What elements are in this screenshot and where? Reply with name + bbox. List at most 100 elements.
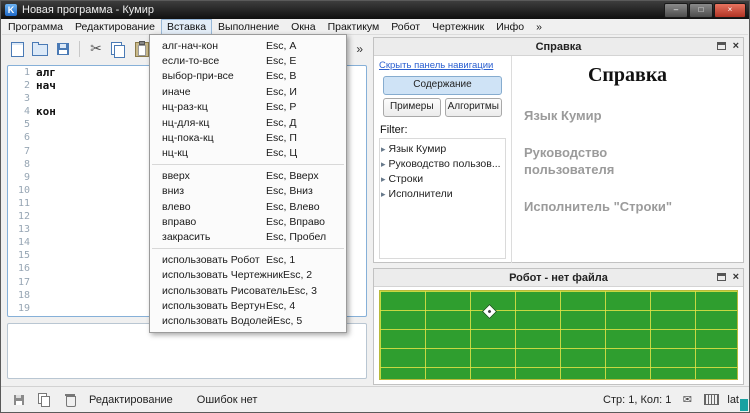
help-button-row: Примеры Алгоритмы: [383, 98, 502, 117]
mail-icon: [683, 394, 692, 406]
line-number: 19: [8, 302, 36, 315]
line-number: 1: [8, 66, 36, 79]
help-tree-item[interactable]: Руководство пользов...: [381, 156, 504, 171]
menubar-item[interactable]: Чертежник: [426, 19, 490, 35]
copy-button[interactable]: [109, 39, 129, 59]
line-number: 3: [8, 92, 36, 105]
tree-item-label: Строки: [389, 173, 424, 185]
menu-item[interactable]: нц-раз-кц Esc, Р: [150, 100, 346, 115]
robot-icon: [482, 304, 498, 320]
menu-item[interactable]: вправо Esc, Вправо: [150, 214, 346, 229]
menu-item[interactable]: использовать Водолей Esc, 5: [150, 314, 346, 329]
menu-item-shortcut: Esc, Вверх: [266, 170, 338, 182]
algorithms-button[interactable]: Алгоритмы: [445, 98, 503, 117]
menu-item-shortcut: Esc, 3: [288, 285, 360, 297]
menu-item[interactable]: использовать Вертун Esc, 4: [150, 298, 346, 313]
help-tree-item[interactable]: Исполнители: [381, 186, 504, 201]
menu-item[interactable]: вниз Esc, Вниз: [150, 184, 346, 199]
keyboard-icon: [704, 394, 719, 405]
menu-item[interactable]: использовать Чертежник Esc, 2: [150, 267, 346, 282]
status-errors: Ошибок нет: [197, 394, 258, 406]
help-body: Скрыть панель навигации Содержание Приме…: [374, 56, 743, 263]
line-number: 15: [8, 249, 36, 262]
menubar-item[interactable]: Вставка: [161, 19, 212, 35]
menubar-item[interactable]: Программа: [2, 19, 69, 35]
menu-item[interactable]: иначе Esc, И: [150, 84, 346, 99]
menubar-item[interactable]: Окна: [285, 19, 321, 35]
close-button[interactable]: ×: [714, 3, 746, 18]
menu-item-shortcut: Esc, И: [266, 86, 338, 98]
minimize-button[interactable]: –: [664, 3, 688, 18]
menu-item-shortcut: Esc, Вправо: [266, 216, 338, 228]
help-nav: Скрыть панель навигации Содержание Приме…: [374, 56, 512, 263]
maximize-button[interactable]: □: [689, 3, 713, 18]
scissors-icon: [90, 40, 102, 58]
keyboard-indicator[interactable]: [703, 392, 719, 408]
menubar-item[interactable]: Редактирование: [69, 19, 161, 35]
new-file-button[interactable]: [7, 39, 27, 59]
corner-grip: [740, 399, 748, 411]
robot-panel-titlebar[interactable]: Робот - нет файла ×: [374, 269, 743, 287]
menu-item-shortcut: Esc, Д: [266, 117, 338, 129]
titlebar[interactable]: K Новая программа - Кумир – □ ×: [1, 1, 749, 19]
contents-button[interactable]: Содержание: [383, 76, 502, 95]
menu-item[interactable]: нц-кц Esc, Ц: [150, 146, 346, 161]
menu-item-label: алг-нач-кон: [162, 40, 266, 52]
window-controls: – □ ×: [664, 3, 746, 18]
toolbar-overflow-button[interactable]: »: [352, 42, 367, 56]
cut-button[interactable]: [86, 39, 106, 59]
help-section-heading: Исполнитель "Строки": [524, 199, 689, 215]
statusbar-copy-button[interactable]: [37, 392, 53, 408]
menubar-item[interactable]: Практикум: [322, 19, 386, 35]
tree-expand-icon[interactable]: [381, 188, 386, 200]
help-panel-titlebar[interactable]: Справка ×: [374, 38, 743, 56]
open-file-button[interactable]: [30, 39, 50, 59]
help-tree-item[interactable]: Язык Кумир: [381, 141, 504, 156]
menu-item-label: вверх: [162, 170, 266, 182]
menu-item[interactable]: закрасить Esc, Пробел: [150, 230, 346, 245]
menu-item[interactable]: [152, 248, 344, 249]
menu-item-shortcut: Esc, Пробел: [266, 231, 338, 243]
menu-item[interactable]: влево Esc, Влево: [150, 199, 346, 214]
statusbar-save-button[interactable]: [11, 392, 27, 408]
line-number: 12: [8, 210, 36, 223]
menu-item[interactable]: нц-пока-кц Esc, П: [150, 130, 346, 145]
keyboard-layout-indicator[interactable]: lat: [727, 394, 739, 406]
menu-item[interactable]: нц-для-кц Esc, Д: [150, 115, 346, 130]
line-number: 10: [8, 184, 36, 197]
help-tree-item[interactable]: Строки: [381, 171, 504, 186]
close-panel-icon[interactable]: ×: [733, 272, 739, 282]
menubar-item[interactable]: Робот: [385, 19, 426, 35]
menu-item-shortcut: Esc, Влево: [266, 201, 338, 213]
message-indicator[interactable]: [679, 392, 695, 408]
menubar-item[interactable]: Выполнение: [212, 19, 285, 35]
menu-item-label: нц-пока-кц: [162, 132, 266, 144]
tree-expand-icon[interactable]: [381, 173, 386, 185]
menu-item[interactable]: [152, 164, 344, 165]
menu-item-shortcut: Esc, Вниз: [266, 185, 338, 197]
menu-item[interactable]: если-то-все Esc, Е: [150, 53, 346, 68]
menu-item[interactable]: использовать Рисователь Esc, 3: [150, 283, 346, 298]
statusbar: Редактирование Ошибок нет Стр: 1, Кол: 1…: [1, 386, 749, 412]
menubar-item[interactable]: Инфо: [490, 19, 530, 35]
close-panel-icon[interactable]: ×: [733, 41, 739, 51]
examples-button[interactable]: Примеры: [383, 98, 441, 117]
statusbar-delete-button[interactable]: [63, 392, 79, 408]
menubar-item[interactable]: »: [530, 19, 548, 35]
robot-panel-title: Робот - нет файла: [509, 272, 608, 284]
menu-item[interactable]: алг-нач-кон Esc, А: [150, 38, 346, 53]
line-number: 11: [8, 197, 36, 210]
menu-item[interactable]: выбор-при-все Esc, В: [150, 69, 346, 84]
tree-item-label: Язык Кумир: [389, 143, 447, 155]
menu-item[interactable]: вверх Esc, Вверх: [150, 168, 346, 183]
hide-nav-link[interactable]: Скрыть панель навигации: [379, 60, 506, 71]
save-file-button[interactable]: [53, 39, 73, 59]
open-folder-icon: [32, 44, 48, 56]
float-panel-icon[interactable]: [717, 42, 726, 50]
tree-expand-icon[interactable]: [381, 158, 386, 170]
menu-item-label: использовать Робот: [162, 254, 266, 266]
menu-item-label: использовать Рисователь: [162, 285, 288, 297]
float-panel-icon[interactable]: [717, 273, 726, 281]
menu-item[interactable]: использовать Робот Esc, 1: [150, 252, 346, 267]
tree-expand-icon[interactable]: [381, 143, 386, 155]
